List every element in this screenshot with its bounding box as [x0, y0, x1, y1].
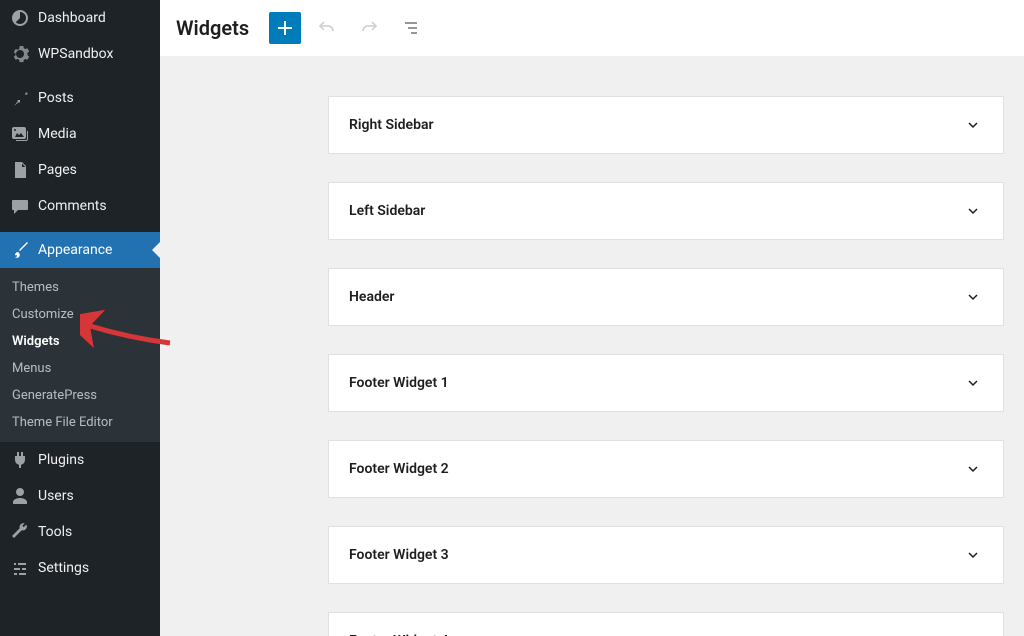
sidebar-item-label: Posts — [38, 90, 74, 106]
sidebar-item-label: WPSandbox — [38, 46, 113, 62]
pin-icon — [10, 88, 30, 108]
sidebar-item-posts[interactable]: Posts — [0, 80, 160, 116]
undo-icon — [315, 16, 339, 40]
comment-icon — [10, 196, 30, 216]
widget-area-title: Footer Widget 1 — [349, 375, 449, 391]
dashboard-icon — [10, 8, 30, 28]
sidebar-item-label: Appearance — [38, 242, 112, 258]
sidebar-item-wpsandbox[interactable]: WPSandbox — [0, 36, 160, 72]
sidebar-item-dashboard[interactable]: Dashboard — [0, 0, 160, 36]
sidebar-item-media[interactable]: Media — [0, 116, 160, 152]
settings-icon — [10, 558, 30, 578]
sidebar-item-settings[interactable]: Settings — [0, 550, 160, 586]
sidebar-item-plugins[interactable]: Plugins — [0, 442, 160, 478]
add-block-button[interactable] — [269, 12, 301, 44]
sidebar-item-comments[interactable]: Comments — [0, 188, 160, 224]
sidebar-item-tools[interactable]: Tools — [0, 514, 160, 550]
submenu-menus[interactable]: Menus — [0, 355, 160, 382]
chevron-down-icon — [963, 287, 983, 307]
main-content: Widgets Right Sidebar Left — [160, 0, 1024, 636]
page-icon — [10, 160, 30, 180]
widget-area-title: Right Sidebar — [349, 117, 434, 133]
sidebar-item-users[interactable]: Users — [0, 478, 160, 514]
chevron-down-icon — [963, 373, 983, 393]
sidebar-item-label: Comments — [38, 198, 107, 214]
editor-toolbar: Widgets — [160, 0, 1024, 56]
gear-icon — [10, 44, 30, 64]
sidebar-item-pages[interactable]: Pages — [0, 152, 160, 188]
widget-area-title: Left Sidebar — [349, 203, 425, 219]
submenu-customize[interactable]: Customize — [0, 301, 160, 328]
sidebar-item-label: Tools — [38, 524, 72, 540]
widget-area-title: Footer Widget 2 — [349, 461, 449, 477]
sidebar-item-appearance[interactable]: Appearance — [0, 232, 160, 268]
chevron-down-icon — [963, 201, 983, 221]
widget-areas-list: Right Sidebar Left Sidebar Header Footer… — [160, 56, 1024, 636]
submenu-generatepress[interactable]: GeneratePress — [0, 382, 160, 409]
undo-button[interactable] — [311, 12, 343, 44]
user-icon — [10, 486, 30, 506]
chevron-down-icon — [963, 115, 983, 135]
wrench-icon — [10, 522, 30, 542]
sidebar-item-label: Users — [38, 488, 74, 504]
media-icon — [10, 124, 30, 144]
appearance-submenu: Themes Customize Widgets Menus GenerateP… — [0, 268, 160, 442]
submenu-theme-file-editor[interactable]: Theme File Editor — [0, 409, 160, 436]
widget-area-title: Footer Widget 3 — [349, 547, 449, 563]
widget-area-right-sidebar[interactable]: Right Sidebar — [328, 96, 1004, 154]
list-view-button[interactable] — [395, 12, 427, 44]
widget-area-footer-2[interactable]: Footer Widget 2 — [328, 440, 1004, 498]
widget-area-title: Header — [349, 289, 394, 305]
submenu-themes[interactable]: Themes — [0, 274, 160, 301]
redo-button[interactable] — [353, 12, 385, 44]
sidebar-item-label: Pages — [38, 162, 77, 178]
widget-area-footer-1[interactable]: Footer Widget 1 — [328, 354, 1004, 412]
sidebar-item-label: Settings — [38, 560, 89, 576]
widget-area-footer-3[interactable]: Footer Widget 3 — [328, 526, 1004, 584]
brush-icon — [10, 240, 30, 260]
submenu-widgets[interactable]: Widgets — [0, 328, 160, 355]
sidebar-item-label: Plugins — [38, 452, 84, 468]
page-title: Widgets — [176, 16, 249, 40]
chevron-down-icon — [963, 545, 983, 565]
redo-icon — [357, 16, 381, 40]
admin-sidebar: Dashboard WPSandbox Posts Media Pages Co… — [0, 0, 160, 636]
sidebar-item-label: Dashboard — [38, 10, 106, 26]
list-view-icon — [399, 16, 423, 40]
widget-area-left-sidebar[interactable]: Left Sidebar — [328, 182, 1004, 240]
plugin-icon — [10, 450, 30, 470]
chevron-down-icon — [963, 459, 983, 479]
widget-area-header[interactable]: Header — [328, 268, 1004, 326]
chevron-down-icon — [963, 631, 983, 636]
sidebar-item-label: Media — [38, 126, 77, 142]
widget-area-footer-4[interactable]: Footer Widget 4 — [328, 612, 1004, 636]
